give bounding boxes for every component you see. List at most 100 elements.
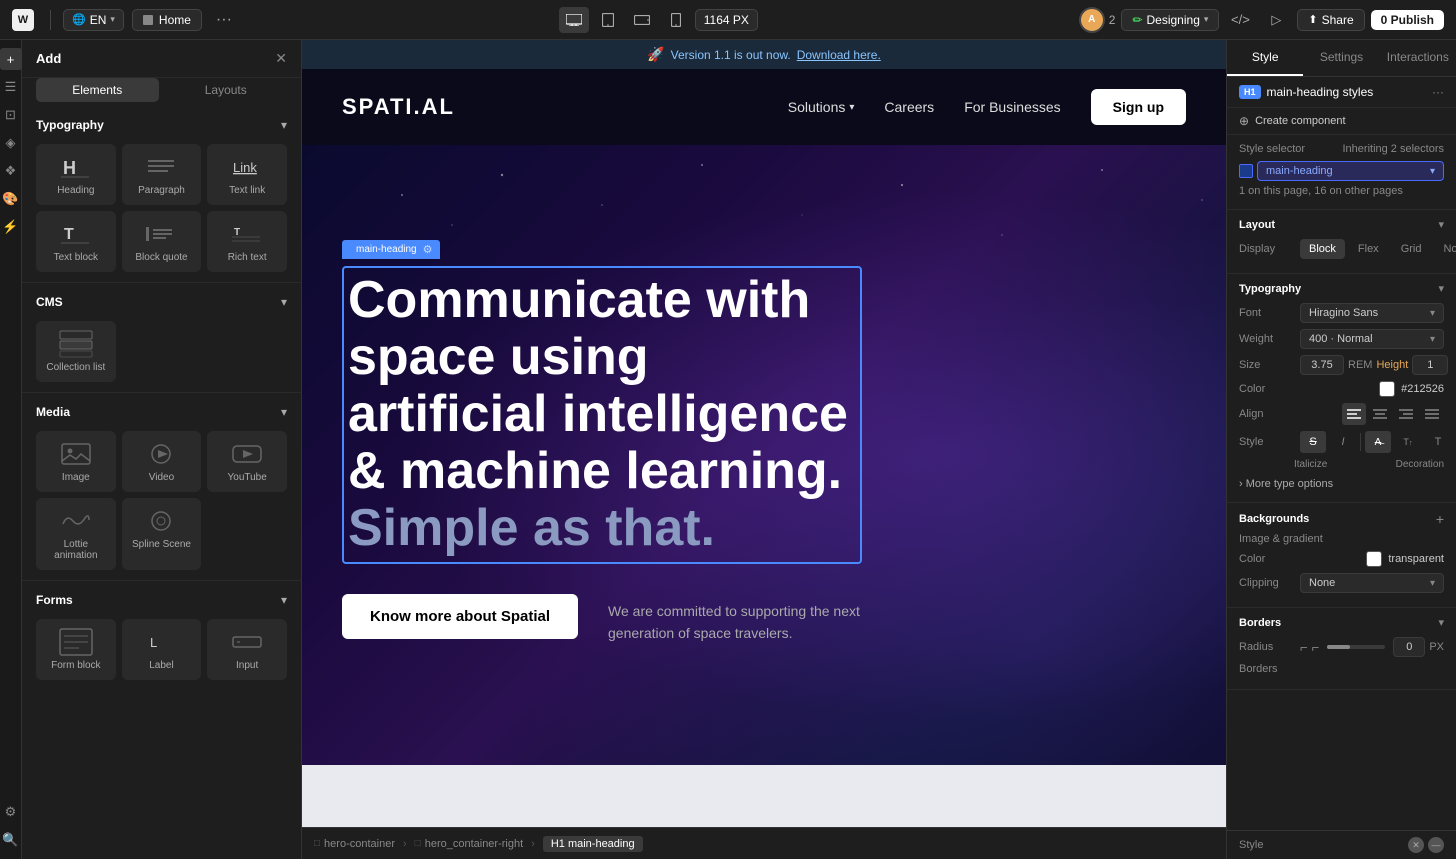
website-frame: SPATI.AL Solutions ▾ Careers For Busines…	[302, 69, 1226, 827]
search-icon[interactable]: 🔍	[0, 829, 22, 851]
add-panel-icon[interactable]: +	[0, 48, 22, 70]
typography-toggle[interactable]: ▾	[281, 118, 287, 132]
designing-mode-button[interactable]: ✏ Designing ▾	[1121, 9, 1219, 31]
breadcrumb-h1-main-heading[interactable]: H1 main-heading	[543, 836, 643, 852]
heading-selection-tag[interactable]: main-heading ⚙	[342, 240, 440, 259]
text-link-element[interactable]: Link Text link	[207, 144, 287, 205]
lottie-element[interactable]: Lottie animation	[36, 498, 116, 570]
more-tabs-button[interactable]: ···	[210, 7, 238, 33]
canvas-inner[interactable]: SPATI.AL Solutions ▾ Careers For Busines…	[302, 69, 1226, 827]
radius-corner-icon[interactable]: ⌐	[1300, 640, 1308, 655]
align-center[interactable]	[1368, 403, 1392, 425]
forms-toggle[interactable]: ▾	[281, 593, 287, 607]
display-block[interactable]: Block	[1300, 239, 1345, 259]
language-selector[interactable]: 🌐 EN ▾	[63, 9, 124, 31]
radius-input[interactable]	[1393, 637, 1425, 657]
more-type-options[interactable]: › More type options	[1239, 474, 1444, 494]
radius-slider[interactable]	[1327, 645, 1385, 649]
tab-interactions[interactable]: Interactions	[1380, 40, 1456, 76]
download-link[interactable]: Download here.	[797, 48, 881, 62]
components-icon[interactable]: ❖	[0, 160, 22, 182]
share-button[interactable]: ⬆ Share	[1297, 9, 1364, 31]
display-grid[interactable]: Grid	[1392, 239, 1431, 259]
normal-text-btn[interactable]: T	[1425, 431, 1451, 453]
panel-close-icon[interactable]: ✕	[275, 50, 287, 67]
layout-toggle[interactable]: ▾	[1438, 218, 1444, 231]
app-logo[interactable]: W	[12, 9, 34, 31]
superscript-btn[interactable]: T↑	[1395, 431, 1421, 453]
nav-businesses[interactable]: For Businesses	[964, 99, 1060, 115]
page-tab[interactable]: Home	[132, 9, 202, 31]
strikethrough-text-btn[interactable]: A̶	[1365, 431, 1391, 453]
breadcrumb-hero-container[interactable]: □ hero-container	[314, 838, 395, 850]
color-swatch[interactable]	[1379, 381, 1395, 397]
preview-button[interactable]: ▷	[1261, 7, 1291, 33]
style-header-menu[interactable]: ···	[1432, 85, 1444, 99]
interactions-icon[interactable]: ⚡	[0, 216, 22, 238]
align-justify[interactable]	[1420, 403, 1444, 425]
add-background-button[interactable]: +	[1436, 511, 1444, 527]
tab-settings[interactable]: Settings	[1303, 40, 1379, 76]
code-view-button[interactable]: </>	[1225, 7, 1255, 33]
mobile-landscape-button[interactable]	[627, 7, 657, 33]
label-element[interactable]: L Label	[122, 619, 202, 680]
style-selector-dropdown[interactable]: main-heading ▾	[1257, 161, 1444, 181]
font-selector[interactable]: Hiragino Sans ▾	[1300, 303, 1444, 323]
style-icon[interactable]: 🎨	[0, 188, 22, 210]
radius-all-corners-icon[interactable]: ⌐	[1312, 640, 1320, 655]
italic-btn[interactable]: I	[1330, 431, 1356, 453]
rich-text-element[interactable]: T Rich text	[207, 211, 287, 272]
video-element[interactable]: Video	[122, 431, 202, 492]
youtube-element[interactable]: YouTube	[207, 431, 287, 492]
tab-style[interactable]: Style	[1227, 40, 1303, 76]
cms-toggle[interactable]: ▾	[281, 295, 287, 309]
typography-toggle-icon[interactable]: ▾	[1438, 282, 1444, 295]
image-element[interactable]: Image	[36, 431, 116, 492]
main-area: + ☰ ⊡ ◈ ❖ 🎨 ⚡ ⚙ 🔍 Add ✕ Elements Layouts…	[0, 40, 1456, 859]
cta-button[interactable]: Know more about Spatial	[342, 594, 578, 639]
height-input[interactable]	[1412, 355, 1448, 375]
heading-gear-icon[interactable]: ⚙	[423, 243, 433, 256]
navigator-icon[interactable]: ☰	[0, 76, 22, 98]
nav-careers[interactable]: Careers	[884, 99, 934, 115]
display-none[interactable]: None	[1434, 239, 1456, 259]
collection-list-element[interactable]: Collection list	[36, 321, 116, 382]
nav-solutions[interactable]: Solutions ▾	[788, 99, 855, 115]
text-block-icon: T	[58, 220, 94, 248]
input-element[interactable]: Input	[207, 619, 287, 680]
create-component-button[interactable]: ⊕ Create component	[1227, 108, 1456, 135]
form-block-element[interactable]: Form block	[36, 619, 116, 680]
nav-signup-button[interactable]: Sign up	[1091, 89, 1186, 125]
tab-layouts[interactable]: Layouts	[165, 78, 288, 102]
align-left[interactable]	[1342, 403, 1366, 425]
publish-button[interactable]: 0 Publish	[1371, 10, 1444, 30]
tablet-view-button[interactable]	[593, 7, 623, 33]
assets-icon[interactable]: ◈	[0, 132, 22, 154]
main-heading[interactable]: Communicate with space using artificial …	[342, 266, 862, 564]
size-input[interactable]	[1300, 355, 1344, 375]
mobile-view-button[interactable]	[661, 7, 691, 33]
media-toggle[interactable]: ▾	[281, 405, 287, 419]
bg-color-swatch[interactable]	[1366, 551, 1382, 567]
paragraph-element[interactable]: Paragraph	[122, 144, 202, 205]
display-flex[interactable]: Flex	[1349, 239, 1388, 259]
block-quote-element[interactable]: Block quote	[122, 211, 202, 272]
tab-elements[interactable]: Elements	[36, 78, 159, 102]
strikethrough-btn[interactable]: S	[1300, 431, 1326, 453]
settings-icon[interactable]: ⚙	[0, 801, 22, 823]
heading-element[interactable]: H Heading	[36, 144, 116, 205]
clipping-selector[interactable]: None ▾	[1300, 573, 1444, 593]
align-right[interactable]	[1394, 403, 1418, 425]
weight-selector[interactable]: 400 · Normal ▾	[1300, 329, 1444, 349]
text-block-element[interactable]: T Text block	[36, 211, 116, 272]
borders-toggle[interactable]: ▾	[1438, 616, 1444, 629]
canvas-size[interactable]: 1164 PX	[695, 9, 758, 31]
spline-element[interactable]: Spline Scene	[122, 498, 202, 570]
bottom-close-icon[interactable]: ✕	[1408, 837, 1424, 853]
breadcrumb-hero-container-right[interactable]: □ hero_container-right	[415, 838, 524, 850]
cms-section-header: CMS ▾	[22, 287, 301, 315]
pages-icon[interactable]: ⊡	[0, 104, 22, 126]
forms-section-header: Forms ▾	[22, 585, 301, 613]
bottom-dash-icon[interactable]: —	[1428, 837, 1444, 853]
desktop-view-button[interactable]	[559, 7, 589, 33]
